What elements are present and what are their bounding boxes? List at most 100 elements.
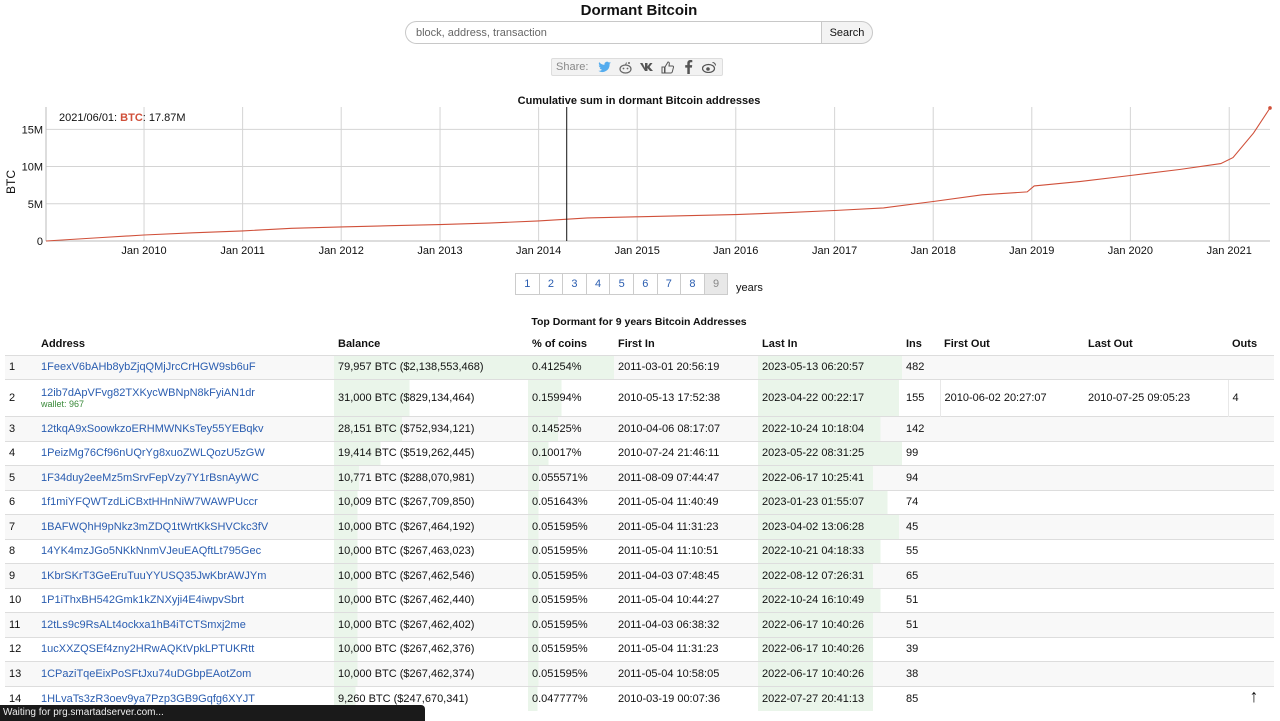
address-link[interactable]: 14YK4mzJGo5NKkNnmVJeuEAQftLt795Gec: [41, 545, 261, 557]
row-rank: 12: [5, 636, 37, 662]
address-link[interactable]: 1HLvaTs3zR3oev9ya7Pzp3GB9Gqfg6XYJT: [41, 693, 255, 705]
ins-cell: 155: [902, 379, 940, 417]
table-row: 10 1P1iThxBH542Gmk1kZNXyji4E4iwpvSbrt 10,0…: [5, 587, 1274, 613]
reddit-icon[interactable]: [617, 60, 634, 74]
like-icon[interactable]: [659, 60, 676, 74]
balance-cell: 10,000 BTC ($267,462,402): [334, 612, 528, 637]
first-out-cell: [940, 354, 1084, 380]
column-header: Balance: [338, 337, 381, 350]
address-cell: 12tLs9c9RsALt4ockxa1hB4iTCTSmxj2me: [37, 612, 334, 637]
ins-cell: 45: [902, 514, 940, 539]
first-in-cell: 2011-05-04 10:58:05: [614, 661, 758, 686]
pct-cell: 0.051595%: [528, 538, 614, 564]
last-out-cell: [1084, 538, 1228, 564]
last-in-cell: 2022-06-17 10:40:26: [758, 612, 902, 637]
last-out-cell: [1084, 685, 1228, 711]
table-row: 1 1FeexV6bAHb8ybZjqQMjJrcCrHGW9sb6uF 79,95…: [5, 354, 1274, 380]
column-header: % of coins: [532, 337, 588, 350]
share-bar: Share:: [551, 58, 724, 76]
search-input[interactable]: [405, 21, 823, 44]
first-out-cell: [940, 465, 1084, 490]
x-tick-label: Jan 2020: [1108, 245, 1153, 257]
balance-cell: 79,957 BTC ($2,138,553,468): [334, 354, 528, 380]
table-row: 3 12tkqA9xSoowkzoERHMWNKsTey55YEBqkv 28,15…: [5, 416, 1274, 441]
address-link[interactable]: 1F34duy2eeMz5mSrvFepVzy7Y1rBsnAyWC: [41, 472, 259, 484]
first-in-cell: 2011-05-04 10:44:27: [614, 587, 758, 613]
page-button-4[interactable]: 4: [585, 273, 611, 295]
address-cell: 1FeexV6bAHb8ybZjqQMjJrcCrHGW9sb6uF: [37, 354, 334, 380]
address-link[interactable]: 1CPaziTqeEixPoSFtJxu74uDGbpEAotZom: [41, 668, 251, 680]
pct-cell: 0.051595%: [528, 612, 614, 637]
page-button-1[interactable]: 1: [515, 273, 540, 295]
address-link[interactable]: 12tLs9c9RsALt4ockxa1hB4iTCTSmxj2me: [41, 619, 246, 631]
address-link[interactable]: 1FeexV6bAHb8ybZjqQMjJrcCrHGW9sb6uF: [41, 361, 256, 373]
address-link[interactable]: 1BAFWQhH9pNkz3mZDQ1tWrtKkSHVCkc3fV: [41, 521, 268, 533]
address-link[interactable]: 1PeizMg76Cf96nUQrYg8xuoZWLQozU5zGW: [41, 447, 265, 459]
table-row: 5 1F34duy2eeMz5mSrvFepVzy7Y1rBsnAyWC 10,77…: [5, 465, 1274, 490]
table-row: 13 1CPaziTqeEixPoSFtJxu74uDGbpEAotZom 10,0…: [5, 661, 1274, 686]
address-link[interactable]: 1P1iThxBH542Gmk1kZNXyji4E4iwpvSbrt: [41, 594, 244, 606]
column-header: Ins: [906, 337, 922, 350]
y-tick-label: 15M: [22, 124, 43, 136]
pct-cell: 0.14525%: [528, 416, 614, 441]
last-in-cell: 2022-06-17 10:25:41: [758, 465, 902, 490]
first-out-cell: [940, 563, 1084, 588]
dormant-chart[interactable]: Cumulative sum in dormant Bitcoin addres…: [0, 92, 1280, 262]
vk-icon[interactable]: [638, 60, 655, 74]
ins-cell: 99: [902, 440, 940, 466]
column-header: [5, 333, 37, 355]
last-in-cell: 2023-04-02 13:06:28: [758, 514, 902, 539]
address-link[interactable]: 1f1miYFQWTzdLiCBxtHHnNiW7WAWPUccr: [41, 496, 258, 508]
balance-cell: 10,009 BTC ($267,709,850): [334, 489, 528, 515]
column-header: Last In: [762, 337, 798, 350]
address-cell: 1f1miYFQWTzdLiCBxtHHnNiW7WAWPUccr: [37, 489, 334, 515]
address-link[interactable]: 12tkqA9xSoowkzoERHMWNKsTey55YEBqkv: [41, 423, 264, 435]
column-header: First Out: [944, 337, 990, 350]
series-line: [45, 107, 1271, 242]
page-button-7[interactable]: 7: [656, 273, 682, 295]
row-rank: 9: [5, 563, 37, 588]
arrow-up-icon[interactable]: ↑: [1243, 684, 1265, 708]
last-in-cell: 2023-05-13 06:20:57: [758, 354, 902, 380]
balance-cell: 10,771 BTC ($288,070,981): [334, 465, 528, 490]
twitter-icon[interactable]: [596, 60, 613, 74]
first-out-cell: [940, 612, 1084, 637]
last-out-cell: [1084, 416, 1228, 441]
outs-cell: [1228, 661, 1274, 686]
pct-cell: 0.051595%: [528, 514, 614, 539]
table-header-row: Address Balance % of coins First In Last In I…: [5, 333, 1274, 355]
weibo-icon[interactable]: [701, 60, 718, 74]
page-button-8[interactable]: 8: [680, 273, 705, 295]
first-out-cell: [940, 538, 1084, 564]
last-in-cell: 2022-08-12 07:26:31: [758, 563, 902, 588]
page-button-9[interactable]: 9: [703, 273, 729, 295]
ins-cell: 94: [902, 465, 940, 490]
page-button-3[interactable]: 3: [562, 273, 587, 295]
first-out-cell: [940, 685, 1084, 711]
facebook-icon[interactable]: [680, 60, 697, 74]
row-rank: 6: [5, 489, 37, 515]
first-out-cell: [940, 416, 1084, 441]
balance-cell: 10,000 BTC ($267,462,374): [334, 661, 528, 686]
column-header: Outs: [1232, 337, 1258, 350]
address-link[interactable]: 12ib7dApVFvg82TXKycWBNpN8kFyiAN1dr: [41, 387, 255, 399]
address-link[interactable]: 1ucXXZQSEf4zny2HRwAQKtVpkLPTUKRtt: [41, 643, 254, 655]
first-out-cell: [940, 514, 1084, 539]
pct-cell: 0.41254%: [528, 354, 614, 380]
y-tick-label: 0: [37, 236, 43, 248]
browser-status-bar: Waiting for prg.smartadserver.com...: [0, 705, 425, 721]
page-button-6[interactable]: 6: [632, 273, 658, 295]
outs-cell: [1228, 440, 1274, 466]
wallet-link[interactable]: wallet: 967: [41, 399, 330, 410]
first-in-cell: 2011-08-09 07:44:47: [614, 465, 758, 490]
page-button-2[interactable]: 2: [538, 273, 564, 295]
dormant-addresses-table: Address Balance % of coins First In Last In I…: [5, 333, 1274, 711]
address-cell: 12ib7dApVFvg82TXKycWBNpN8kFyiAN1dr wallet…: [37, 379, 334, 417]
page-button-5[interactable]: 5: [609, 273, 634, 295]
balance-cell: 10,000 BTC ($267,464,192): [334, 514, 528, 539]
first-in-cell: 2010-03-19 00:07:36: [614, 685, 758, 711]
last-out-cell: [1084, 514, 1228, 539]
address-link[interactable]: 1KbrSKrT3GeEruTuuYYUSQ35JwKbrAWJYm: [41, 570, 266, 582]
first-out-cell: [940, 661, 1084, 686]
search-button[interactable]: Search: [821, 21, 873, 44]
